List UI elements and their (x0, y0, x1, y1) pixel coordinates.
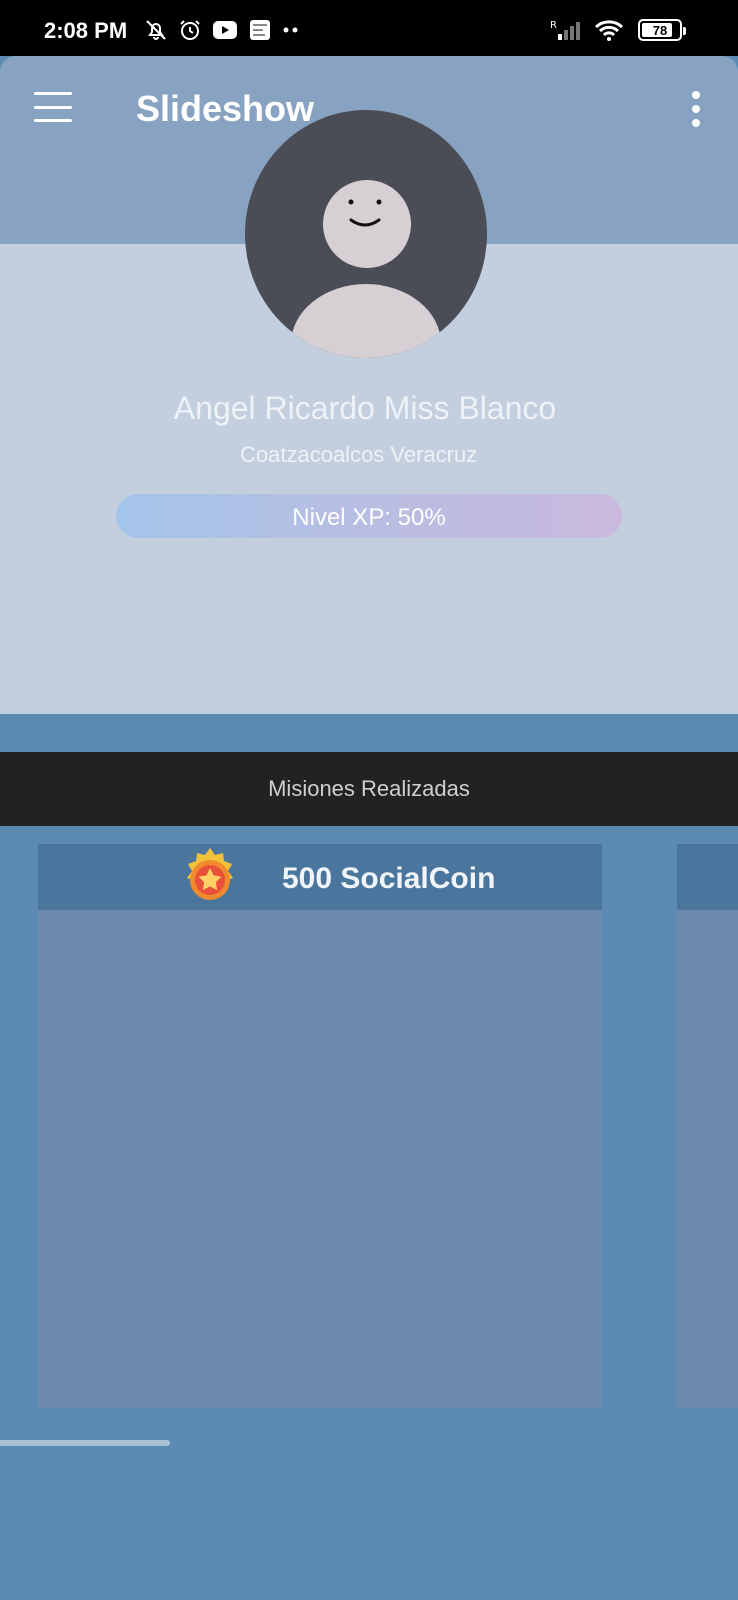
status-bar: 2:08 PM R 78 (0, 0, 738, 56)
system-icons: R 78 (550, 18, 686, 42)
mission-card-next-header (677, 844, 738, 910)
mission-card-next[interactable] (677, 844, 738, 1408)
battery-icon: 78 (638, 19, 686, 41)
mission-card[interactable]: 500 SocialCoin (38, 844, 602, 1408)
alarm-icon (180, 20, 200, 40)
battery-level: 78 (652, 22, 668, 38)
mission-reward: 500 SocialCoin (282, 862, 496, 895)
hamburger-menu-icon[interactable] (34, 92, 72, 122)
more-options-icon[interactable] (690, 91, 702, 127)
muted-bell-icon (146, 20, 166, 40)
status-time: 2:08 PM (44, 18, 128, 43)
user-location: Coatzacoalcos Veracruz (240, 442, 478, 467)
user-name-text: Angel Ricardo Miss Blanco (173, 390, 557, 426)
smile-face-icon (348, 199, 382, 227)
medal-star-icon (187, 848, 233, 900)
section-header: Misiones Realizadas (0, 752, 738, 826)
more-notifications-icon (283, 27, 298, 33)
scroll-indicator (0, 1440, 170, 1446)
xp-progress-bar: Nivel XP: 50% (116, 494, 622, 538)
notification-icons (144, 18, 300, 42)
signal-icon: R (550, 20, 580, 40)
mission-card-header: 500 SocialCoin (38, 844, 602, 910)
app-notification-icon (250, 20, 270, 40)
wifi-icon (594, 20, 624, 41)
user-name: Angel Ricardo Miss Blanco (0, 390, 738, 427)
battery-tip (683, 27, 686, 35)
youtube-icon (213, 21, 237, 39)
network-label: R (550, 20, 557, 31)
avatar[interactable] (245, 110, 487, 358)
xp-label: Nivel XP: 50% (292, 504, 446, 531)
section-title: Misiones Realizadas (268, 776, 470, 801)
